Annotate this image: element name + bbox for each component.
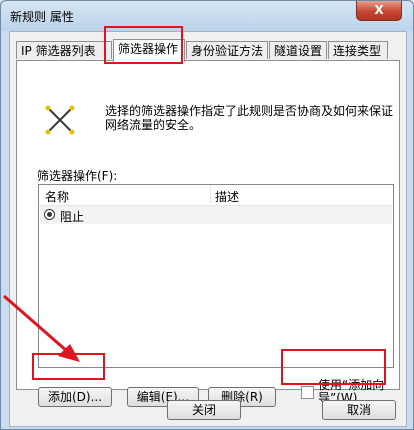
- close-window-button[interactable]: X: [356, 1, 402, 21]
- tab-authentication-methods[interactable]: 身份验证方法: [186, 41, 268, 59]
- list-item[interactable]: 阻止: [40, 206, 392, 224]
- tab-ip-filter-list[interactable]: IP 筛选器列表: [16, 41, 112, 59]
- column-header-description[interactable]: 描述: [215, 188, 239, 205]
- properties-dialog: 新规则 属性 X IP 筛选器列表 筛选器操作 身份验证方法 隧道设置 连接类型…: [0, 0, 414, 430]
- tab-tunnel-settings[interactable]: 隧道设置: [269, 41, 327, 59]
- tab-strip: IP 筛选器列表 筛选器操作 身份验证方法 隧道设置 连接类型: [16, 39, 402, 62]
- dialog-client-area: IP 筛选器列表 筛选器操作 身份验证方法 隧道设置 连接类型 选择的筛选器操作…: [9, 31, 407, 427]
- column-separator[interactable]: [210, 185, 211, 204]
- column-header-name[interactable]: 名称: [45, 188, 69, 205]
- tab-filter-action[interactable]: 筛选器操作: [113, 39, 185, 62]
- list-item-name: 阻止: [60, 210, 85, 224]
- panel-description: 选择的筛选器操作指定了此规则是否协商及如何来保证网络流量的安全。: [105, 104, 394, 132]
- add-button[interactable]: 添加(D)...: [38, 387, 112, 407]
- tab-connection-type[interactable]: 连接类型: [328, 41, 388, 59]
- filter-actions-list[interactable]: 名称 描述 阻止: [38, 184, 394, 368]
- list-header: 名称 描述: [39, 185, 393, 206]
- filter-action-icon: [45, 105, 75, 135]
- window-title: 新规则 属性: [10, 10, 74, 24]
- title-bar[interactable]: 新规则 属性 X: [1, 1, 413, 31]
- filter-actions-label: 筛选器操作(F):: [37, 169, 118, 183]
- radio-selected-icon[interactable]: [44, 209, 55, 220]
- cancel-button[interactable]: 取消: [322, 400, 396, 420]
- use-wizard-checkbox[interactable]: [301, 386, 314, 399]
- close-button[interactable]: 关闭: [167, 400, 241, 420]
- tab-panel: 选择的筛选器操作指定了此规则是否协商及如何来保证网络流量的安全。 筛选器操作(F…: [16, 60, 400, 407]
